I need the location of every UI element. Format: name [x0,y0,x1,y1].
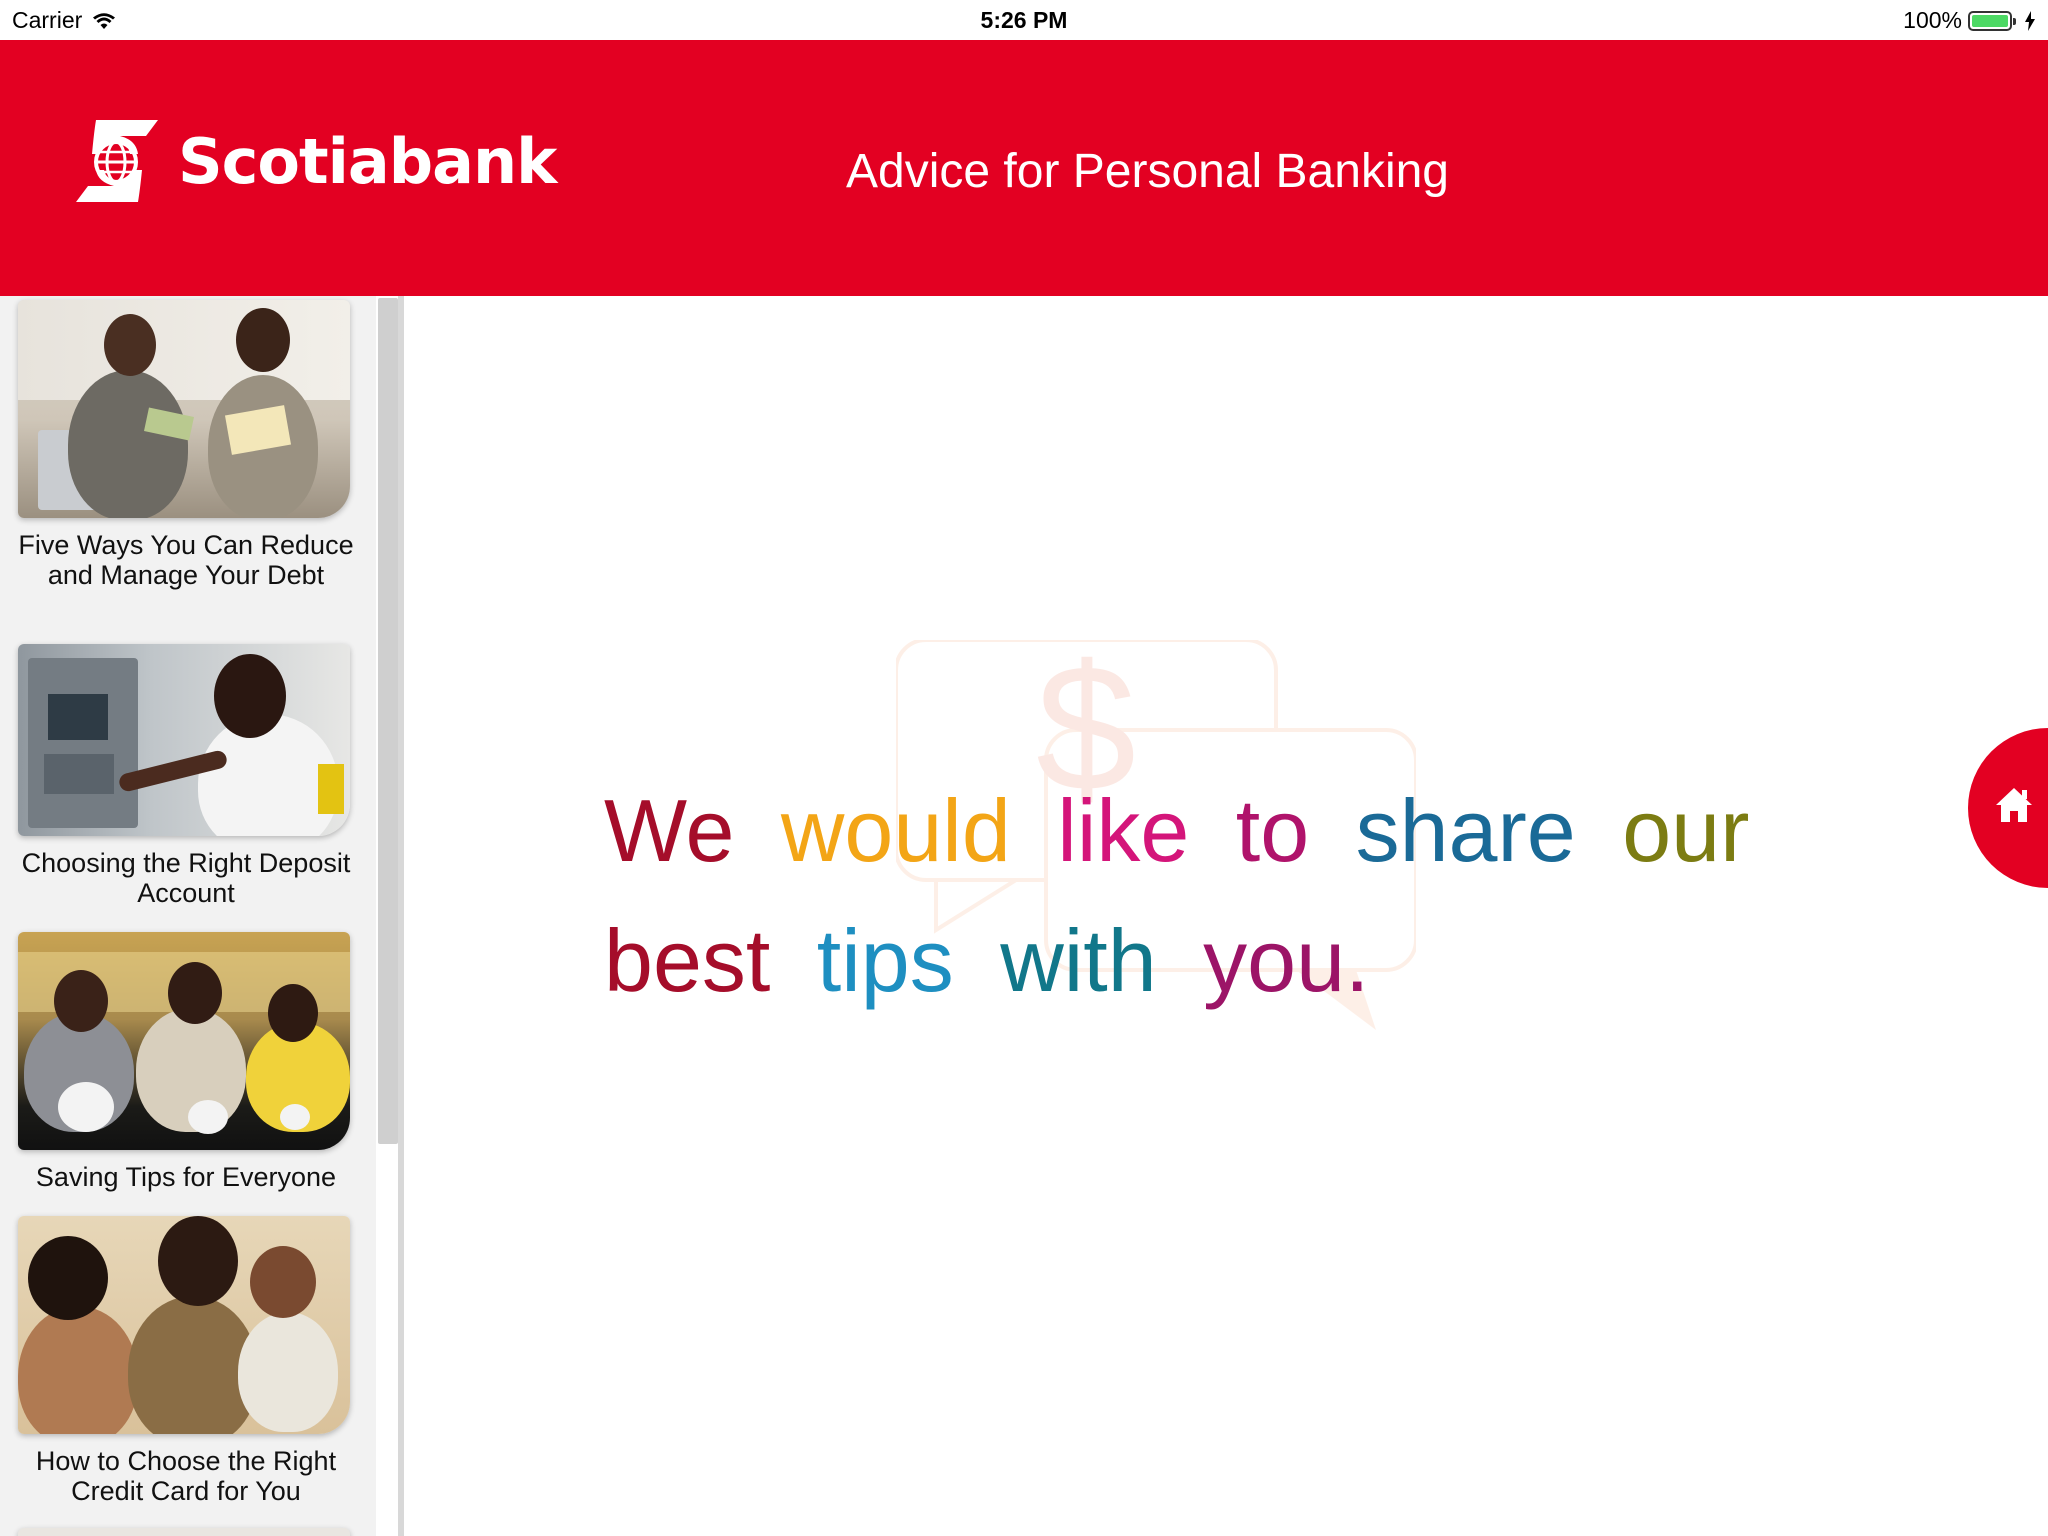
article-title: How to Choose the Right Credit Card for … [35,1446,337,1506]
article-card-debt[interactable]: Five Ways You Can Reduce and Manage Your… [18,300,354,590]
article-card-deposit[interactable]: Choosing the Right Deposit Account [18,644,354,908]
article-title: Choosing the Right Deposit Account [21,848,351,908]
status-right: 100% [1903,7,2036,34]
article-card-credit[interactable]: How to Choose the Right Credit Card for … [18,1216,354,1506]
headline-word: would [780,781,1011,880]
battery-percent: 100% [1903,7,1962,33]
article-title: Five Ways You Can Reduce and Manage Your… [18,530,354,590]
article-card-next[interactable] [18,1528,354,1536]
article-thumbnail[interactable] [18,300,350,518]
article-sidebar[interactable]: Five Ways You Can Reduce and Manage Your… [0,296,400,1536]
article-thumbnail[interactable] [18,932,350,1150]
battery-icon [1968,10,2016,31]
main-content: $ We would like to share our best tips w… [404,296,2048,1536]
article-card-saving[interactable]: Saving Tips for Everyone [18,932,354,1192]
clock: 5:26 PM [980,7,1068,33]
brand-name: Scotiabank [178,124,557,198]
headline-word: tips [816,911,954,1010]
headline-word: you. [1203,911,1370,1010]
headline-word: with [1000,911,1157,1010]
headline-word: our [1622,781,1750,880]
sidebar-scrollbar[interactable] [378,298,398,1144]
headline-word: to [1235,781,1310,880]
article-thumbnail[interactable] [18,644,350,836]
status-bar: Carrier 5:26 PM 100% [0,0,2048,40]
article-thumbnail[interactable] [18,1528,350,1536]
page-title: Advice for Personal Banking [846,145,1449,198]
article-title: Saving Tips for Everyone [35,1162,337,1192]
scotiabank-logo[interactable]: Scotiabank [76,120,557,202]
headline-word: best [604,911,771,1010]
headline-word: share [1355,781,1576,880]
app-header: Scotiabank Advice for Personal Banking [0,40,2048,296]
scotiabank-logo-icon [76,120,158,202]
welcome-headline: We would like to share our best tips wit… [604,766,1804,1026]
article-thumbnail[interactable] [18,1216,350,1434]
home-icon [1996,788,2032,822]
bolt-icon [2025,10,2035,31]
headline-word: We [604,781,735,880]
headline-word: like [1057,781,1190,880]
